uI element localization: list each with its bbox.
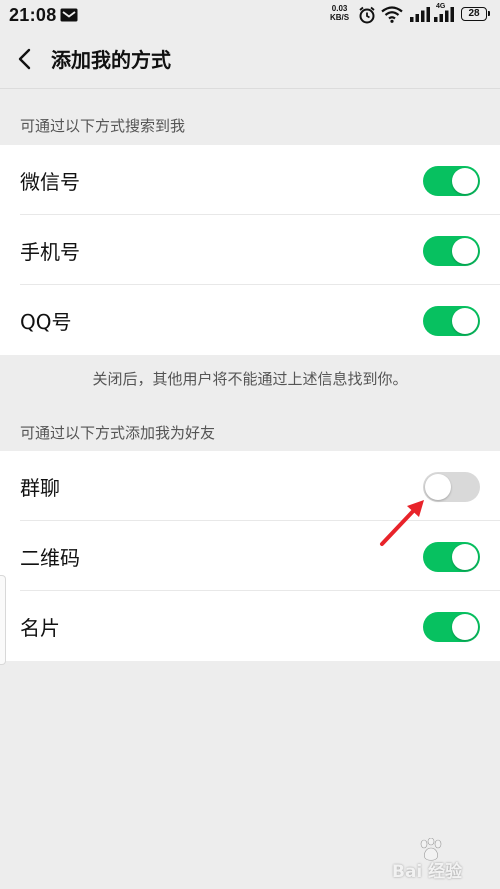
setting-label: 群聊: [20, 476, 60, 500]
setting-row-business-card: 名片: [0, 591, 500, 661]
navigation-bar: 添加我的方式: [0, 30, 500, 89]
alarm-icon: [358, 6, 376, 29]
group-chat-toggle[interactable]: [423, 472, 480, 502]
setting-row-wechat-id: 微信号: [0, 145, 500, 215]
notification-icon: [60, 8, 78, 27]
wechat-id-toggle[interactable]: [423, 166, 480, 196]
setting-label: 二维码: [20, 546, 80, 570]
net-speed-value: 0.03: [331, 4, 348, 13]
wifi-icon: [381, 6, 403, 28]
business-card-toggle[interactable]: [423, 612, 480, 642]
qq-toggle[interactable]: [423, 306, 480, 336]
toggle-knob: [452, 168, 478, 194]
back-arrow-icon[interactable]: [14, 47, 38, 71]
search-note: 关闭后，其他用户将不能通过上述信息找到你。: [92, 370, 408, 388]
toggle-knob: [452, 544, 478, 570]
net-speed: 0.03 KB/S: [330, 4, 349, 22]
page-title: 添加我的方式: [51, 48, 171, 72]
setting-row-phone: 手机号: [0, 215, 500, 285]
toggle-knob: [452, 238, 478, 264]
search-settings-group: 微信号 手机号 QQ号: [0, 145, 500, 355]
status-bar: 21:08 0.03 KB/S 4G 28: [0, 0, 500, 30]
setting-label: 微信号: [20, 170, 80, 194]
battery-icon: 28: [461, 7, 490, 21]
setting-label: 名片: [20, 616, 60, 640]
setting-row-qq: QQ号: [0, 285, 500, 355]
search-section-title: 可通过以下方式搜索到我: [20, 117, 186, 135]
toggle-knob: [452, 308, 478, 334]
add-section-title: 可通过以下方式添加我为好友: [20, 424, 216, 442]
qr-code-toggle[interactable]: [423, 542, 480, 572]
setting-label: 手机号: [20, 240, 80, 264]
setting-label: QQ号: [20, 310, 72, 334]
edge-handle[interactable]: [0, 575, 6, 665]
signal-icon: [410, 7, 430, 27]
signal-icon: [434, 7, 454, 27]
toggle-knob: [452, 614, 478, 640]
watermark: Bai 经验: [392, 862, 463, 882]
net-speed-unit: KB/S: [330, 13, 350, 22]
status-time: 21:08: [9, 5, 57, 25]
annotation-arrow-icon: [375, 495, 430, 554]
phone-toggle[interactable]: [423, 236, 480, 266]
add-settings-group: 群聊 二维码 名片: [0, 451, 500, 661]
